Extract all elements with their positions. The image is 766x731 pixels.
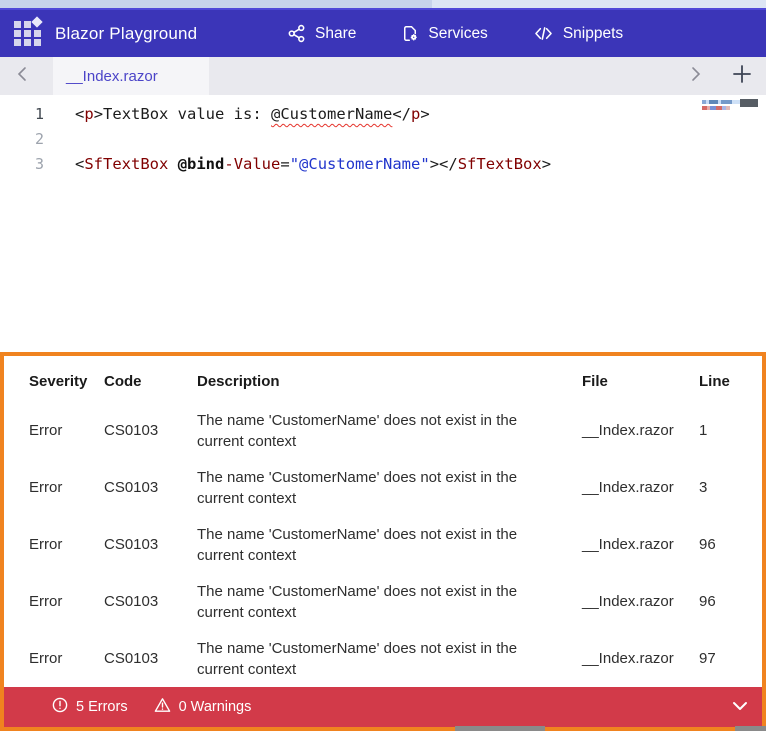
file-gear-icon — [401, 24, 419, 43]
collapse-panel-button[interactable] — [732, 687, 748, 727]
file-cell: __Index.razor — [582, 422, 674, 439]
description-cell: The name 'CustomerName' does not exist i… — [197, 468, 518, 507]
warnings-toggle[interactable]: 0 Warnings — [154, 697, 252, 717]
severity-cell: Error — [29, 650, 63, 667]
warnings-count-label: 0 Warnings — [178, 699, 252, 715]
error-row[interactable]: Error CS0103 The name 'CustomerName' doe… — [4, 459, 762, 516]
minimap-line-mark — [702, 100, 742, 104]
share-nodes-icon — [287, 24, 306, 43]
tab-scroll-right-button[interactable] — [690, 57, 702, 95]
error-row[interactable]: Error CS0103 The name 'CustomerName' doe… — [4, 573, 762, 630]
app-title: Blazor Playground — [55, 23, 198, 43]
code-cell: CS0103 — [104, 650, 159, 667]
status-bar: 5 Errors 0 Warnings — [4, 687, 762, 727]
errors-toggle[interactable]: 5 Errors — [52, 697, 128, 717]
file-cell: __Index.razor — [582, 479, 674, 496]
line-number: 3 — [34, 155, 44, 173]
navbar: Blazor Playground Share Services Snippet… — [0, 8, 766, 57]
code-editor[interactable]: 1 2 3 <p>TextBox value is: @CustomerName</… — [0, 95, 766, 352]
error-row[interactable]: Error CS0103 The name 'CustomerName' doe… — [4, 402, 762, 459]
severity-cell: Error — [29, 593, 63, 610]
description-cell: The name 'CustomerName' does not exist i… — [197, 639, 518, 678]
snippets-label: Snippets — [562, 24, 624, 42]
blazor-playground-logo-icon — [14, 16, 43, 47]
line-cell: 96 — [699, 593, 716, 610]
code-icon — [533, 24, 554, 43]
code-cell: CS0103 — [104, 593, 159, 610]
file-cell: __Index.razor — [582, 536, 674, 553]
severity-cell: Error — [29, 536, 63, 553]
share-button[interactable]: Share — [287, 24, 356, 43]
tab-label: __Index.razor — [66, 67, 158, 85]
description-cell: The name 'CustomerName' does not exist i… — [197, 582, 518, 621]
line-number: 1 — [34, 105, 44, 123]
severity-cell: Error — [29, 422, 63, 439]
severity-cell: Error — [29, 479, 63, 496]
column-severity: Severity — [29, 372, 88, 390]
line-number-gutter: 1 2 3 — [0, 102, 44, 177]
horizontal-scrollbar-piece[interactable] — [455, 726, 545, 731]
column-code: Code — [104, 372, 142, 390]
window-top-strip — [0, 0, 766, 8]
minimap-error-mark — [702, 106, 736, 110]
file-cell: __Index.razor — [582, 650, 674, 667]
line-number: 2 — [34, 130, 44, 148]
snippets-button[interactable]: Snippets — [533, 24, 623, 43]
share-label: Share — [315, 24, 357, 42]
diagnostics-panel: Severity Code Description File Line Erro… — [0, 352, 766, 731]
column-description: Description — [197, 372, 280, 390]
error-table-body: Error CS0103 The name 'CustomerName' doe… — [4, 402, 762, 687]
add-tab-button[interactable] — [732, 57, 752, 95]
description-cell: The name 'CustomerName' does not exist i… — [197, 525, 518, 564]
code-cell: CS0103 — [104, 479, 159, 496]
error-table-header: Severity Code Description File Line — [4, 360, 762, 402]
code-cell: CS0103 — [104, 536, 159, 553]
chevron-down-icon — [732, 699, 748, 715]
warning-triangle-icon — [154, 697, 171, 717]
code-lines[interactable]: <p>TextBox value is: @CustomerName</p> <… — [75, 102, 696, 177]
minimap[interactable] — [702, 100, 742, 110]
error-circle-icon — [52, 697, 68, 717]
line-cell: 3 — [699, 479, 708, 496]
errors-count-label: 5 Errors — [76, 699, 128, 715]
column-line: Line — [699, 372, 730, 390]
services-label: Services — [428, 24, 488, 42]
tab-scroll-left-button[interactable] — [16, 57, 28, 95]
tab-bar: __Index.razor — [0, 57, 766, 95]
line-cell: 1 — [699, 422, 708, 439]
plus-icon — [732, 64, 752, 89]
file-cell: __Index.razor — [582, 593, 674, 610]
navbar-menu: Share Services Snippets — [287, 10, 623, 57]
services-button[interactable]: Services — [401, 24, 488, 43]
error-table: Severity Code Description File Line Erro… — [4, 356, 762, 687]
code-cell: CS0103 — [104, 422, 159, 439]
window-top-strip-light — [432, 0, 766, 8]
horizontal-scrollbar-piece[interactable] — [735, 726, 766, 731]
tab-index-razor[interactable]: __Index.razor — [53, 57, 209, 95]
line-cell: 97 — [699, 650, 716, 667]
description-cell: The name 'CustomerName' does not exist i… — [197, 411, 518, 450]
error-row[interactable]: Error CS0103 The name 'CustomerName' doe… — [4, 630, 762, 687]
line-cell: 96 — [699, 536, 716, 553]
chevron-left-icon — [16, 66, 28, 87]
column-file: File — [582, 372, 608, 390]
scrollbar-thumb[interactable] — [740, 99, 758, 107]
chevron-right-icon — [690, 66, 702, 87]
error-row[interactable]: Error CS0103 The name 'CustomerName' doe… — [4, 516, 762, 573]
